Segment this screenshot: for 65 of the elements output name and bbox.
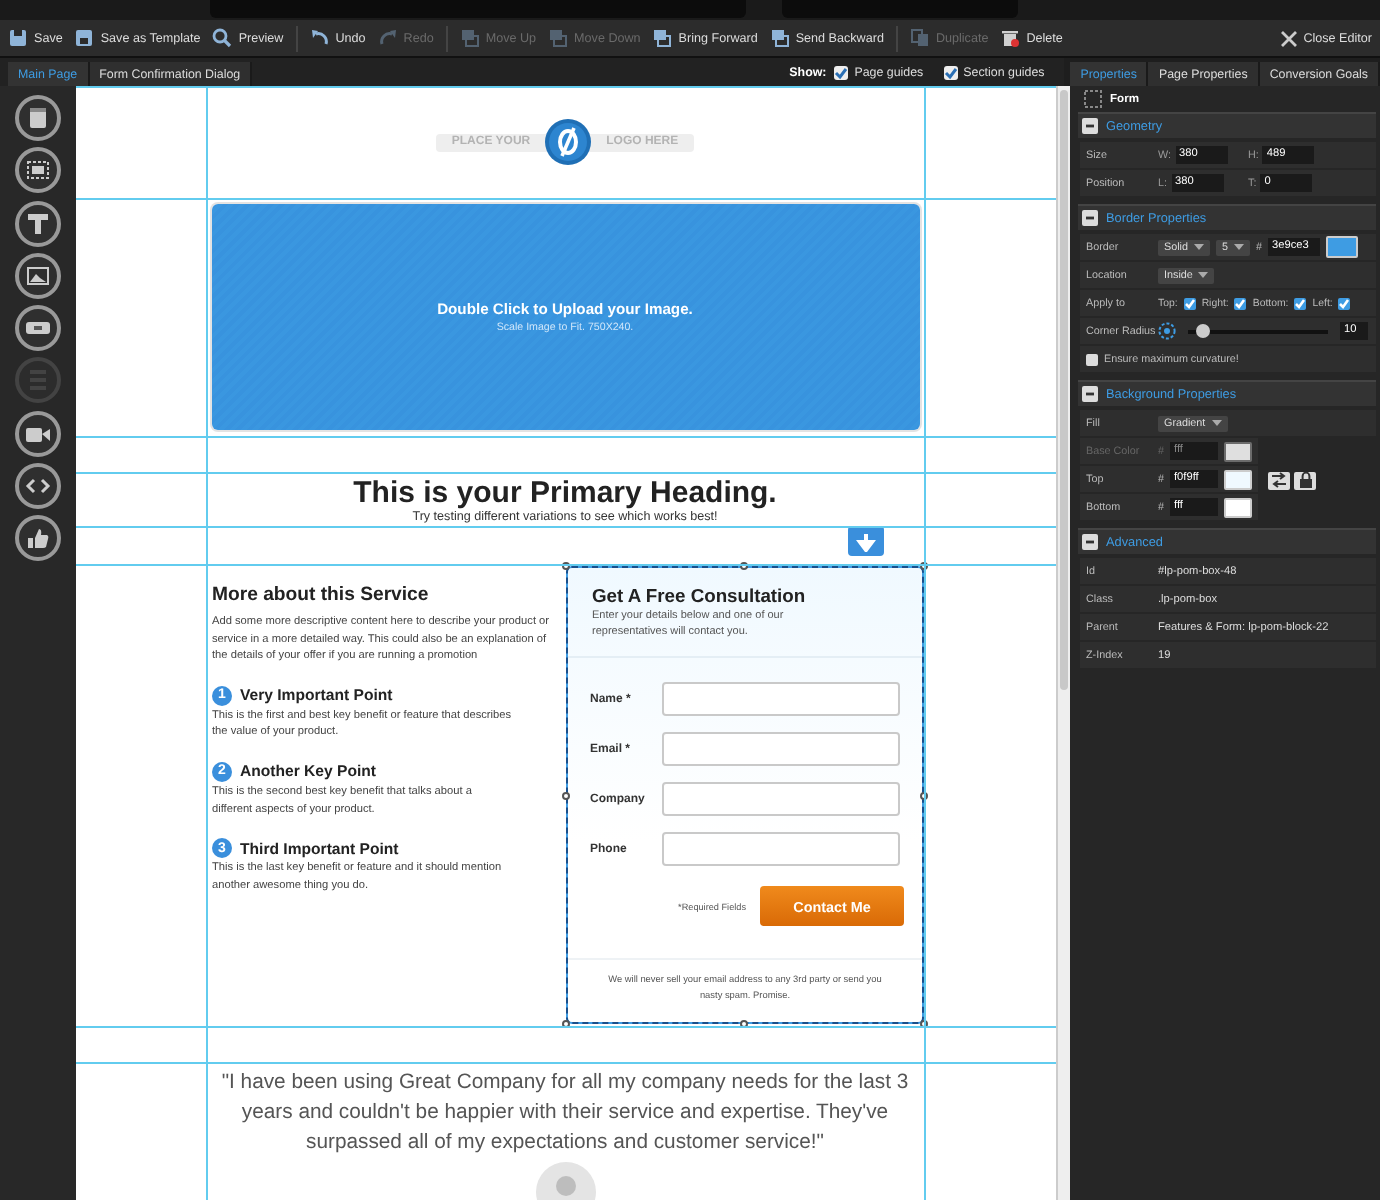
resize-handle[interactable] <box>920 792 928 800</box>
layers-icon <box>548 28 569 48</box>
copy-icon <box>909 28 930 48</box>
section-heading: More about this Service <box>212 584 431 606</box>
save-icon <box>8 28 28 48</box>
code-icon <box>14 462 62 511</box>
checkbox[interactable] <box>943 65 958 79</box>
form-title: Get A Free Consultation <box>592 584 808 606</box>
resize-handle[interactable] <box>562 792 570 800</box>
widget-tool[interactable] <box>14 251 62 300</box>
input-field[interactable] <box>662 732 900 766</box>
search-icon <box>212 28 233 48</box>
down-arrow-button[interactable] <box>848 526 884 556</box>
color-swatch[interactable] <box>1224 497 1252 517</box>
widget-tool[interactable] <box>14 94 62 142</box>
input-field[interactable] <box>662 682 900 716</box>
resize-handle[interactable] <box>920 1020 928 1028</box>
button-icon <box>14 304 62 353</box>
radius-icon <box>1158 322 1176 340</box>
list-icon <box>14 356 62 405</box>
layers-icon <box>769 28 790 48</box>
save-icon <box>74 28 95 48</box>
input-field[interactable] <box>662 782 900 816</box>
resize-handle[interactable] <box>562 1020 570 1028</box>
form-box[interactable] <box>566 566 924 1024</box>
layers-icon <box>652 28 673 48</box>
delete-icon <box>1000 28 1021 48</box>
layers-icon <box>459 28 480 48</box>
video-camera-icon <box>14 409 62 458</box>
image-icon <box>14 251 62 300</box>
logo-icon <box>544 118 593 166</box>
resize-handle[interactable] <box>562 562 570 570</box>
caret-icon <box>1198 272 1209 278</box>
close-icon <box>1279 29 1298 47</box>
caret-icon <box>1211 420 1222 426</box>
color-swatch[interactable] <box>1326 236 1358 258</box>
grid-icon <box>14 146 62 195</box>
swap-button[interactable] <box>1268 471 1290 489</box>
testimonial-quote: "I have been using Great Company for all my company needs for the last 3 years and couldn't be happier with their service and expertise. They've surpassed all of my expectations and customer service!" <box>220 1070 910 1158</box>
lock-button[interactable] <box>1294 471 1316 489</box>
input-field[interactable] <box>662 832 900 866</box>
widget-tool[interactable] <box>14 199 62 248</box>
resize-handle[interactable] <box>740 1020 748 1028</box>
widget-tool[interactable] <box>14 304 62 353</box>
box-icon <box>14 94 62 142</box>
form-icon <box>1084 90 1102 108</box>
widget-tool[interactable] <box>14 462 62 511</box>
widget-tool[interactable] <box>14 146 62 195</box>
text-icon <box>14 199 62 248</box>
widget-tool[interactable] <box>14 409 62 458</box>
resize-handle[interactable] <box>740 562 748 570</box>
undo-icon <box>309 28 330 48</box>
checkbox[interactable] <box>1086 353 1098 365</box>
caret-icon <box>1234 244 1244 250</box>
checkbox[interactable] <box>834 65 849 79</box>
avatar-icon <box>535 1162 595 1200</box>
slider-thumb[interactable] <box>1196 323 1210 337</box>
resize-handle[interactable] <box>920 562 928 570</box>
arrow-down-icon <box>856 531 876 551</box>
caret-icon <box>1194 244 1204 250</box>
redo-icon <box>377 28 398 48</box>
widget-tool[interactable] <box>14 514 62 563</box>
color-swatch[interactable] <box>1224 469 1252 489</box>
thumbs-up-icon <box>14 514 62 563</box>
primary-heading: This is your Primary Heading. <box>353 475 777 509</box>
